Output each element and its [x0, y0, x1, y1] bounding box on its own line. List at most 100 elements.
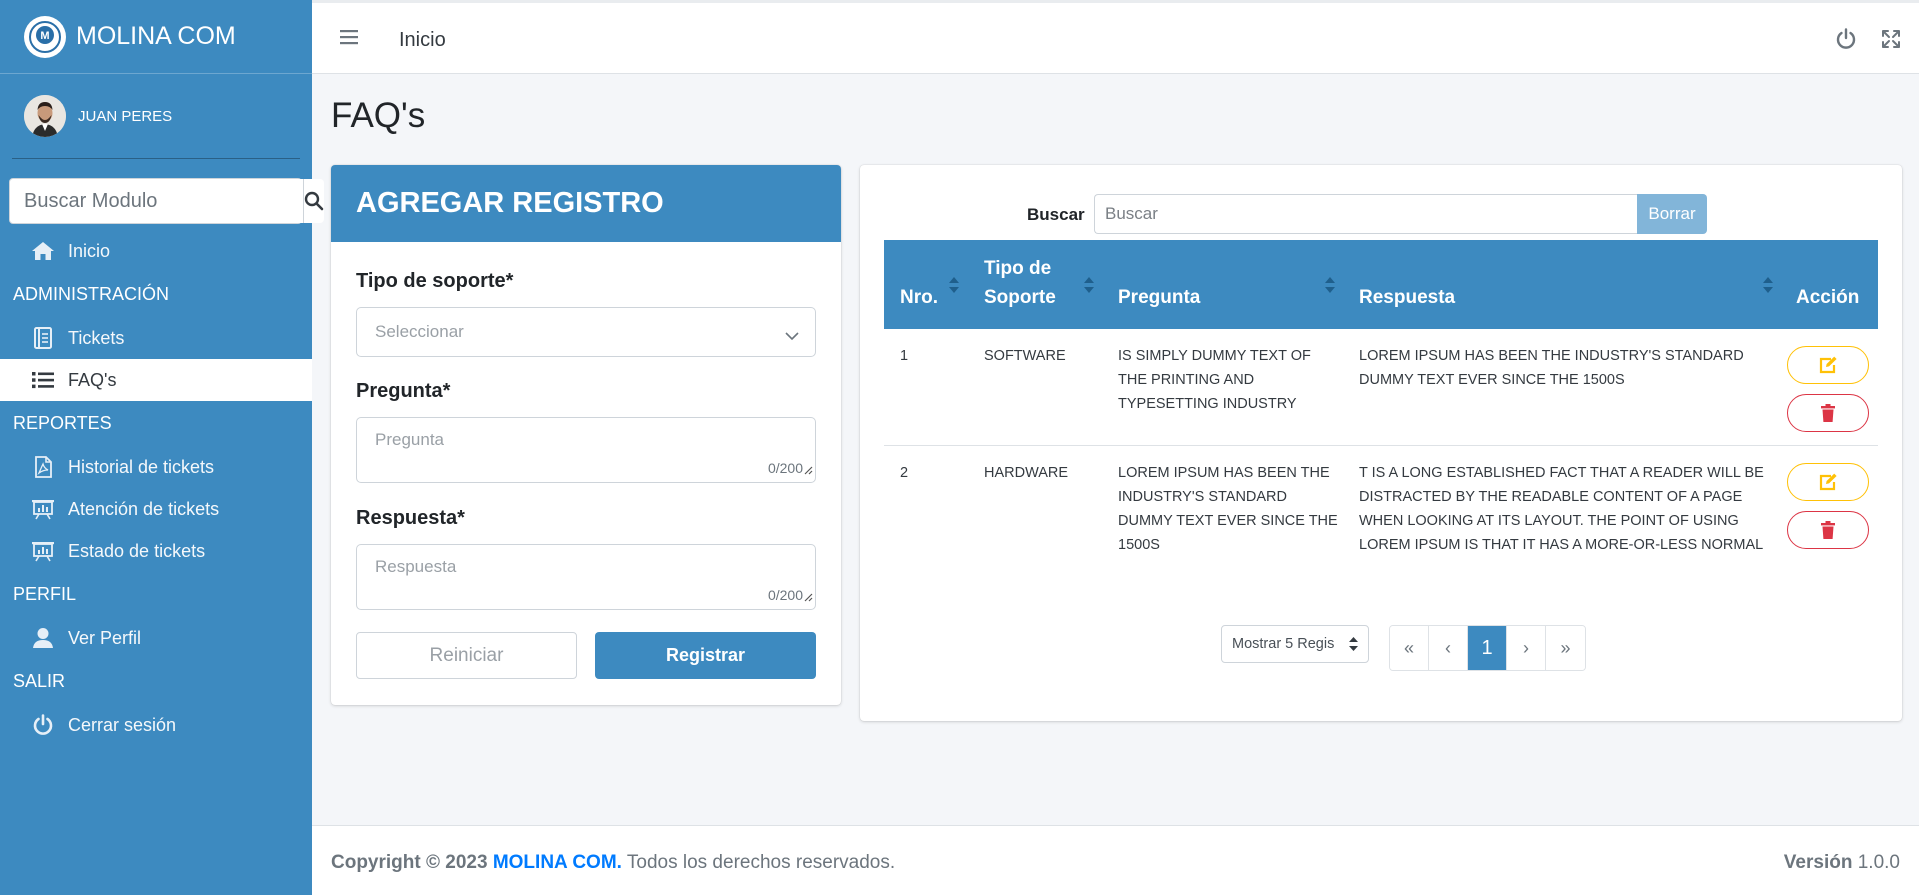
nav-header-administracion: ADMINISTRACIÓN	[13, 284, 170, 304]
register-button[interactable]: Registrar	[595, 632, 816, 679]
edit-button[interactable]	[1787, 463, 1869, 501]
logout-button[interactable]	[1835, 28, 1857, 55]
add-record-card: AGREGAR REGISTRO Tipo de soporte* Selecc…	[331, 165, 841, 705]
sidebar-item-label: Ver Perfil	[68, 627, 142, 648]
home-icon	[30, 241, 56, 261]
resize-handle-icon[interactable]	[804, 587, 813, 607]
version-label: Versión	[1783, 852, 1853, 873]
support-type-value: Seleccionar	[375, 322, 464, 341]
sort-icon[interactable]	[1083, 276, 1095, 300]
nav-header-salir: SALIR	[13, 671, 66, 691]
reset-button[interactable]: Reiniciar	[356, 632, 577, 679]
sort-icon[interactable]	[948, 276, 960, 300]
table-search-label: Buscar	[1027, 205, 1085, 224]
cell-nro: 2	[900, 465, 909, 481]
question-placeholder: Pregunta	[375, 430, 444, 449]
book-icon	[30, 327, 56, 349]
version: Versión 1.0.0	[1784, 852, 1900, 874]
sidebar-item-ver-perfil[interactable]: Ver Perfil	[0, 617, 312, 659]
menu-toggle-button[interactable]	[340, 29, 358, 50]
avatar	[24, 95, 66, 137]
module-search-input[interactable]	[10, 179, 303, 223]
sidebar-item-label: FAQ's	[68, 369, 117, 390]
sidebar-item-faqs[interactable]: FAQ's	[0, 359, 312, 401]
pagination-next[interactable]: ›	[1507, 626, 1546, 670]
question-char-counter: 0/200	[767, 460, 803, 476]
answer-textarea[interactable]: Respuesta 0/200	[356, 544, 816, 610]
sidebar-nav: Inicio ADMINISTRACIÓN Tickets FAQ's REPO…	[0, 230, 312, 746]
trash-icon	[1821, 521, 1835, 539]
sidebar-item-label: Inicio	[68, 240, 111, 261]
user-name: JUAN PERES	[78, 107, 173, 125]
delete-button[interactable]	[1787, 394, 1869, 432]
table-row: 2 HARDWARE LOREM IPSUM HAS BEEN THE INDU…	[884, 446, 1878, 576]
clear-search-button[interactable]: Borrar	[1637, 194, 1707, 234]
sort-icon[interactable]	[1324, 276, 1336, 300]
brand-logo: M	[24, 15, 66, 58]
sidebar-item-label: Atención de tickets	[68, 498, 220, 519]
cell-nro: 1	[900, 348, 909, 364]
pagination-first[interactable]: «	[1390, 626, 1429, 670]
sidebar-item-inicio[interactable]: Inicio	[0, 230, 312, 272]
copyright: Copyright © 2023 MOLINA COM. Todos los d…	[331, 852, 895, 874]
footer: Copyright © 2023 MOLINA COM. Todos los d…	[312, 825, 1919, 895]
page-title: FAQ's	[331, 96, 426, 135]
copyright-year: Copyright © 2023	[331, 852, 488, 873]
user-icon	[30, 627, 56, 649]
delete-button[interactable]	[1787, 511, 1869, 549]
sidebar-item-label: Cerrar sesión	[68, 714, 177, 735]
sort-icon[interactable]	[1762, 276, 1774, 300]
footer-brand-link[interactable]: MOLINA COM.	[493, 852, 622, 873]
column-header-accion: Acción	[1796, 287, 1860, 308]
cell-pregunta: LOREM IPSUM HAS BEEN THE INDUSTRY'S STAN…	[1118, 465, 1338, 553]
cell-tipo: HARDWARE	[984, 465, 1069, 481]
faq-table-card: Buscar Borrar Nro. Tipo de Soporte Pregu…	[860, 165, 1902, 721]
cell-pregunta: IS SIMPLY DUMMY TEXT OF THE PRINTING AND…	[1118, 348, 1311, 412]
resize-handle-icon[interactable]	[804, 460, 813, 480]
pdf-file-icon	[30, 456, 56, 478]
table-header: Nro. Tipo de Soporte Pregunta Respuesta …	[884, 240, 1878, 329]
sidebar-item-cerrar-sesion[interactable]: Cerrar sesión	[0, 704, 312, 746]
rights-text: Todos los derechos reservados.	[626, 852, 896, 873]
question-textarea[interactable]: Pregunta 0/200	[356, 417, 816, 483]
sidebar-item-label: Estado de tickets	[68, 540, 206, 561]
column-header-tipo[interactable]: Tipo de Soporte	[984, 254, 1056, 312]
search-icon	[304, 191, 324, 211]
edit-button[interactable]	[1787, 346, 1869, 384]
top-navbar: Inicio	[312, 0, 1919, 74]
add-record-title: AGREGAR REGISTRO	[331, 165, 841, 242]
fullscreen-button[interactable]	[1881, 29, 1901, 54]
page-size-select[interactable]: Mostrar 5 Regis	[1221, 625, 1369, 663]
sidebar-item-estado[interactable]: Estado de tickets	[0, 530, 312, 572]
top-nav-link-inicio[interactable]: Inicio	[399, 29, 446, 52]
version-number: 1.0.0	[1857, 852, 1900, 873]
support-type-select[interactable]: Seleccionar	[356, 307, 816, 357]
pagination-last[interactable]: »	[1546, 626, 1585, 670]
sidebar-item-historial[interactable]: Historial de tickets	[0, 446, 312, 488]
pagination-prev[interactable]: ‹	[1429, 626, 1468, 670]
expand-icon	[1882, 30, 1900, 48]
user-panel[interactable]: JUAN PERES	[0, 74, 312, 159]
column-header-nro[interactable]: Nro.	[900, 283, 938, 312]
edit-icon	[1819, 473, 1837, 491]
page-size-value: Mostrar 5 Regis	[1232, 636, 1335, 652]
column-header-tipo-line2: Soporte	[984, 287, 1056, 308]
table-row: 1 SOFTWARE IS SIMPLY DUMMY TEXT OF THE P…	[884, 329, 1878, 446]
edit-icon	[1819, 356, 1837, 374]
chevron-down-icon	[785, 326, 799, 346]
presentation-chart-icon	[30, 540, 56, 562]
pagination-page-1[interactable]: 1	[1468, 626, 1507, 670]
nav-header-reportes: REPORTES	[13, 413, 112, 433]
column-header-respuesta[interactable]: Respuesta	[1359, 283, 1455, 312]
sidebar-item-atencion[interactable]: Atención de tickets	[0, 488, 312, 530]
faq-table: Nro. Tipo de Soporte Pregunta Respuesta …	[884, 240, 1878, 576]
nav-header-perfil: PERFIL	[13, 584, 77, 604]
table-search-input[interactable]	[1094, 194, 1637, 234]
brand[interactable]: M MOLINA COM	[0, 0, 312, 74]
module-search-button[interactable]	[303, 179, 324, 223]
cell-tipo: SOFTWARE	[984, 348, 1066, 364]
column-header-pregunta[interactable]: Pregunta	[1118, 283, 1200, 312]
power-icon	[30, 714, 56, 736]
pagination: « ‹ 1 › »	[1389, 625, 1586, 671]
sidebar-item-tickets[interactable]: Tickets	[0, 317, 312, 359]
